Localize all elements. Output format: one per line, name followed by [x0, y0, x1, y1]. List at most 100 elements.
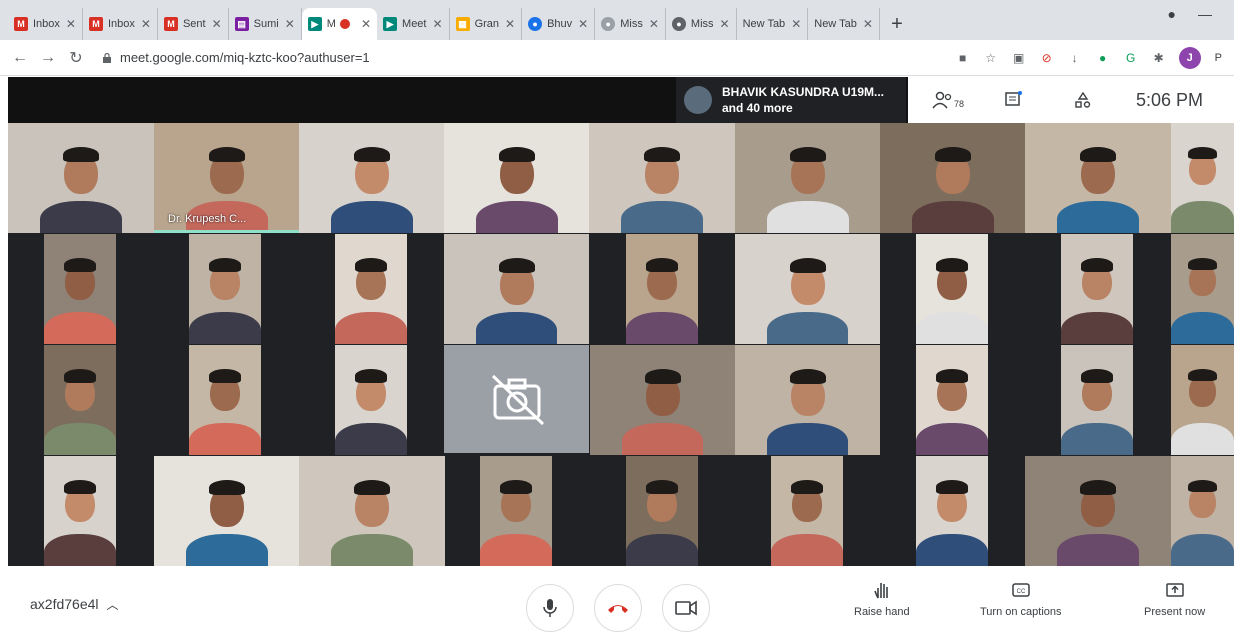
tab-close-icon[interactable]: ✕: [649, 17, 659, 31]
participant-tile[interactable]: [1025, 123, 1171, 233]
participant-tile[interactable]: [480, 456, 552, 566]
participant-tile[interactable]: [299, 456, 445, 566]
tab-newtab-2[interactable]: New Tab ✕: [808, 8, 880, 40]
participant-tile[interactable]: [735, 345, 880, 455]
tab-close-icon[interactable]: ✕: [66, 17, 76, 31]
tab-close-icon[interactable]: ✕: [285, 17, 295, 31]
tab-meet-active[interactable]: ▶ M ✕: [301, 8, 378, 40]
participant-tile[interactable]: [189, 345, 261, 455]
profile-avatar[interactable]: J: [1178, 46, 1201, 69]
participant-tile[interactable]: [1025, 456, 1171, 566]
participant-tile[interactable]: [1061, 345, 1133, 455]
participants-button[interactable]: 78: [908, 91, 978, 109]
participant-tile[interactable]: [735, 123, 881, 233]
download-icon[interactable]: ↓: [1067, 50, 1083, 66]
participant-tile[interactable]: [589, 123, 735, 233]
participant-tile[interactable]: [1061, 234, 1133, 344]
participant-hair: [208, 369, 242, 383]
tab-sumi[interactable]: ▤ Sumi ✕: [229, 8, 302, 40]
participant-tile[interactable]: [154, 456, 300, 566]
extension-g-icon[interactable]: G: [1123, 50, 1139, 66]
participant-tile[interactable]: [444, 123, 590, 233]
extension-block-icon[interactable]: ⊘: [1039, 50, 1055, 66]
new-tab-button[interactable]: +: [884, 11, 910, 37]
participant-body: [1171, 201, 1234, 233]
participant-tile[interactable]: [44, 345, 116, 455]
tab-label: Sumi: [253, 18, 279, 30]
reload-button[interactable]: ↻: [64, 46, 88, 70]
extension-green-icon[interactable]: ●: [1095, 50, 1111, 66]
participant-tile[interactable]: [44, 234, 116, 344]
participant-tile[interactable]: [189, 234, 261, 344]
participant-tile[interactable]: [735, 234, 880, 344]
camera-icon[interactable]: ■: [955, 50, 971, 66]
captions-button[interactable]: CC Turn on captions: [980, 580, 1062, 618]
tab-inbox-2[interactable]: M Inbox ✕: [83, 8, 158, 40]
participant-body: [1057, 534, 1139, 566]
tab-close-icon[interactable]: ✕: [578, 17, 588, 31]
participant-tile[interactable]: [1171, 234, 1234, 344]
participant-tile[interactable]: [626, 234, 698, 344]
participant-tile[interactable]: Dr. Krupesh C...: [154, 123, 300, 233]
tab-close-icon[interactable]: ✕: [791, 17, 801, 31]
participant-body: [476, 201, 558, 233]
tab-gran[interactable]: ▦ Gran ✕: [450, 8, 523, 40]
url-text: meet.google.com/miq-kztc-koo?authuser=1: [120, 50, 370, 65]
participant-hair: [789, 258, 826, 274]
participant-tile[interactable]: [44, 456, 116, 566]
tab-label: Bhuv: [547, 18, 573, 30]
forward-button[interactable]: →: [36, 46, 60, 70]
tab-close-icon[interactable]: ✕: [720, 17, 730, 31]
minimize-icon[interactable]: —: [1198, 6, 1212, 22]
participant-tile[interactable]: [1171, 456, 1234, 566]
tab-search-icon[interactable]: ●: [1168, 6, 1176, 22]
participant-hair: [354, 147, 390, 163]
participant-hair: [935, 480, 969, 494]
tab-close-icon[interactable]: ✕: [141, 17, 151, 31]
tab-inbox-1[interactable]: M Inbox ✕: [8, 8, 83, 40]
svg-text:CC: CC: [1016, 589, 1025, 595]
tab-miss-1[interactable]: ● Miss ✕: [595, 8, 666, 40]
raise-hand-button[interactable]: Raise hand: [854, 580, 910, 618]
participant-tile[interactable]: [771, 456, 843, 566]
tab-close-icon[interactable]: ✕: [361, 17, 371, 31]
participant-tile[interactable]: [299, 123, 445, 233]
extension-save-icon[interactable]: ▣: [1011, 50, 1027, 66]
participant-tile[interactable]: [916, 234, 988, 344]
tab-newtab-1[interactable]: New Tab ✕: [737, 8, 809, 40]
camera-off-tile[interactable]: [444, 345, 589, 453]
participant-tile[interactable]: [916, 345, 988, 455]
tab-close-icon[interactable]: ✕: [212, 17, 222, 31]
back-button[interactable]: ←: [8, 46, 32, 70]
meeting-details-button[interactable]: ax2fd76e4l ︿: [30, 596, 119, 613]
participant-tile[interactable]: [444, 234, 589, 344]
participant-body: [1057, 201, 1139, 233]
present-now-button[interactable]: Present now: [1144, 580, 1205, 618]
tab-meet[interactable]: ▶ Meet ✕: [377, 8, 450, 40]
people-icon: [932, 91, 952, 109]
activities-button[interactable]: [1048, 91, 1118, 109]
address-bar[interactable]: meet.google.com/miq-kztc-koo?authuser=1: [92, 44, 955, 72]
participant-tile[interactable]: [880, 123, 1026, 233]
presenter-chip[interactable]: BHAVIK KASUNDRA U19M... and 40 more: [676, 77, 906, 123]
participant-body: [767, 201, 849, 233]
participant-tile[interactable]: [1171, 345, 1234, 455]
participant-tile[interactable]: [1171, 123, 1234, 233]
participant-tile[interactable]: [335, 345, 407, 455]
participant-tile[interactable]: [590, 345, 735, 455]
chat-button[interactable]: [978, 91, 1048, 109]
participant-tile[interactable]: [8, 123, 154, 233]
participant-hair: [209, 147, 245, 163]
participant-body: [912, 201, 994, 233]
star-icon[interactable]: ☆: [983, 50, 999, 66]
tab-close-icon[interactable]: ✕: [505, 17, 515, 31]
tab-close-icon[interactable]: ✕: [863, 17, 873, 31]
tab-miss-2[interactable]: ● Miss ✕: [666, 8, 737, 40]
participant-tile[interactable]: [626, 456, 698, 566]
tab-close-icon[interactable]: ✕: [433, 17, 443, 31]
tab-sent[interactable]: M Sent ✕: [158, 8, 229, 40]
puzzle-icon[interactable]: ✱: [1151, 50, 1167, 66]
participant-tile[interactable]: [335, 234, 407, 344]
tab-bhuv[interactable]: ● Bhuv ✕: [522, 8, 596, 40]
participant-tile[interactable]: [916, 456, 988, 566]
